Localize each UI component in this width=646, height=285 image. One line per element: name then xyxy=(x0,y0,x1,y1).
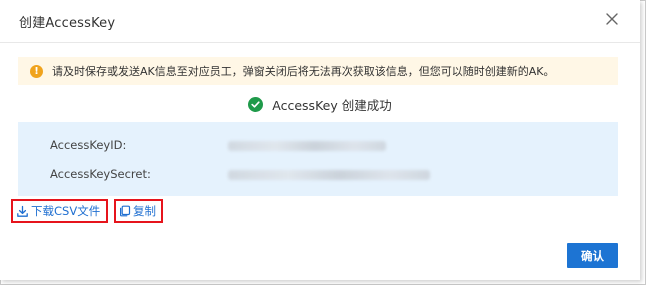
warning-alert: ! 请及时保存或发送AK信息至对应员工，弹窗关闭后将无法再次获取该信息，但您可以… xyxy=(18,57,618,85)
check-circle-icon xyxy=(248,97,264,112)
download-csv-label: 下载CSV文件 xyxy=(31,204,101,218)
accesskey-id-label: AccessKeyID: xyxy=(50,138,127,152)
accesskey-secret-value-redacted xyxy=(228,170,430,180)
success-text: AccessKey 创建成功 xyxy=(272,98,392,113)
copy-link[interactable]: 复制 xyxy=(114,199,163,223)
copy-icon xyxy=(119,205,131,217)
confirm-button[interactable]: 确认 xyxy=(567,243,618,268)
download-icon xyxy=(16,205,29,218)
close-icon[interactable] xyxy=(602,9,622,29)
warning-text: 请及时保存或发送AK信息至对应员工，弹窗关闭后将无法再次获取该信息，但您可以随时… xyxy=(52,65,555,78)
warning-icon: ! xyxy=(30,64,43,78)
credentials-panel: AccessKeyID: AccessKeySecret: xyxy=(18,122,618,196)
copy-label: 复制 xyxy=(133,204,156,218)
dialog-title: 创建AccessKey xyxy=(19,16,116,31)
title-divider xyxy=(0,42,640,43)
success-message: AccessKey 创建成功 xyxy=(0,95,640,114)
download-csv-link[interactable]: 下载CSV文件 xyxy=(11,199,108,223)
accesskey-id-value-redacted xyxy=(228,141,386,151)
create-accesskey-dialog: 创建AccessKey ! 请及时保存或发送AK信息至对应员工，弹窗关闭后将无法… xyxy=(0,0,640,280)
accesskey-secret-label: AccessKeySecret: xyxy=(50,167,151,181)
